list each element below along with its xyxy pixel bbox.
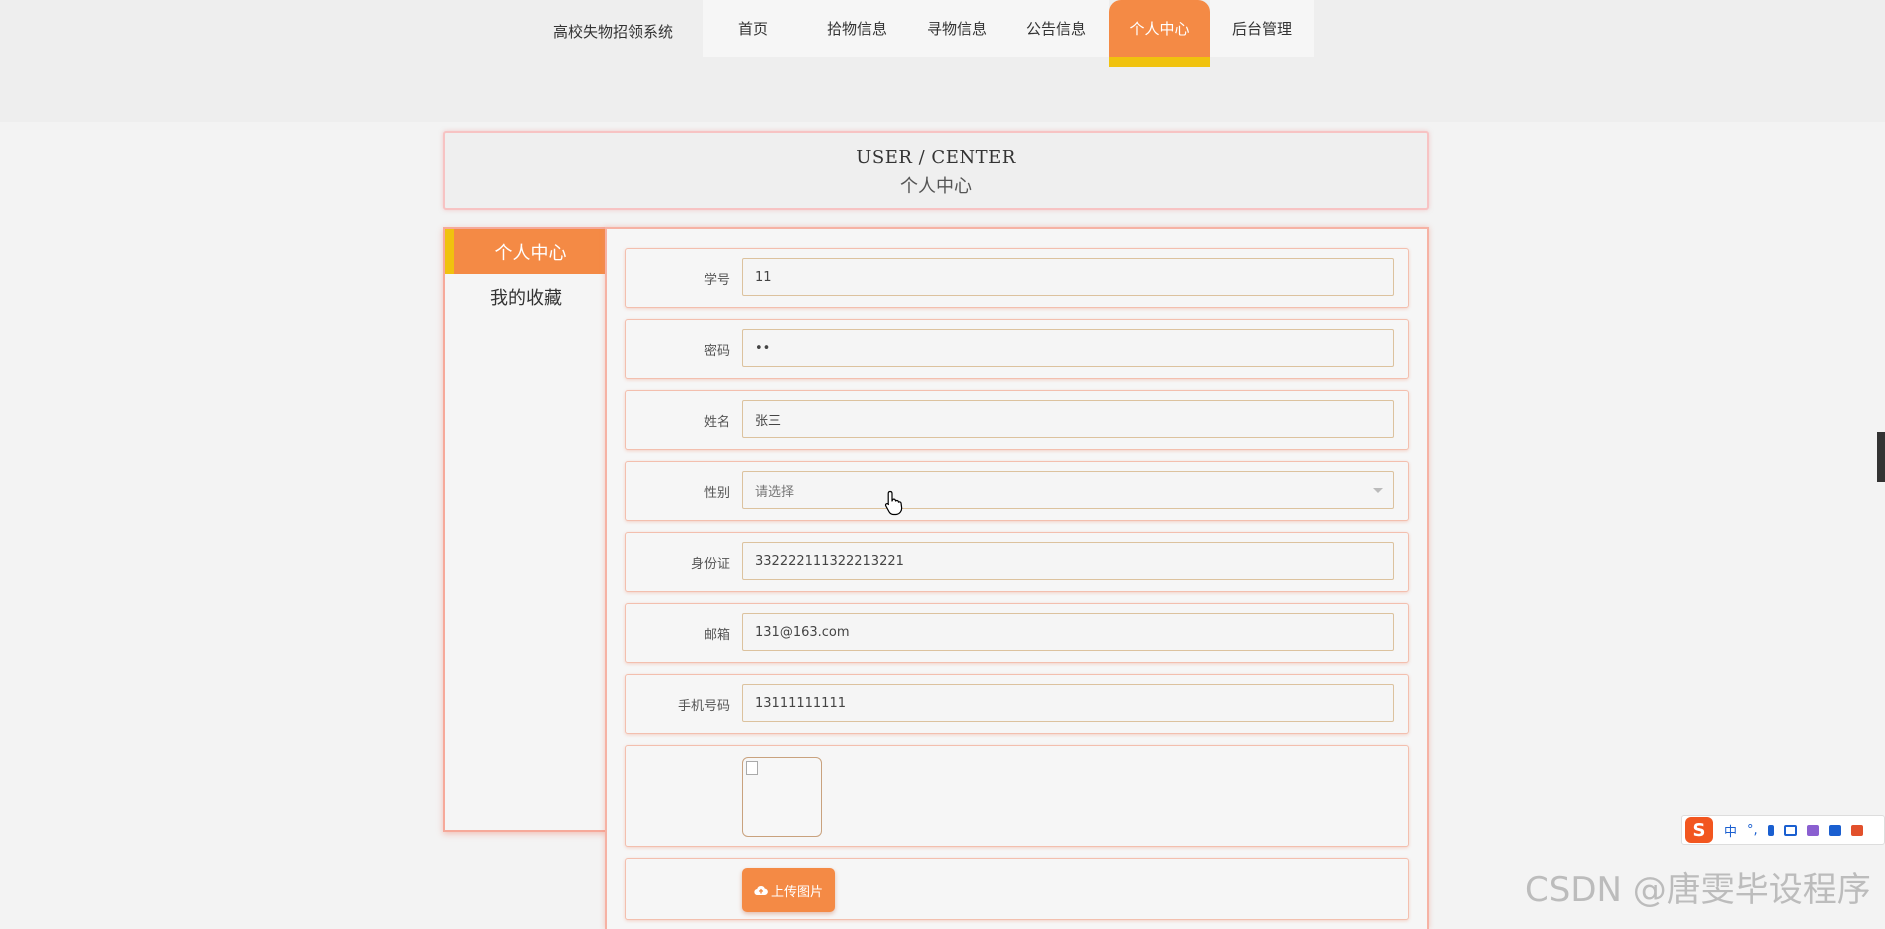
- nav-admin[interactable]: 后台管理: [1210, 0, 1314, 57]
- upload-image-button[interactable]: 上传图片: [742, 868, 835, 912]
- ime-mode-toggle[interactable]: 中: [1724, 821, 1737, 840]
- ime-toolbar[interactable]: S 中 °,: [1681, 815, 1885, 845]
- chevron-down-icon: [1373, 488, 1383, 493]
- nav-found-items[interactable]: 拾物信息: [803, 0, 911, 57]
- phone-input[interactable]: [742, 684, 1394, 722]
- hand-cursor-icon: [884, 490, 903, 516]
- gender-label: 性别: [703, 485, 730, 501]
- side-item-personal-center[interactable]: 个人中心: [445, 229, 607, 274]
- watermark: CSDN @唐雯毕设程序: [1525, 870, 1871, 910]
- side-menu: 个人中心 我的收藏: [443, 227, 607, 832]
- side-item-favorites[interactable]: 我的收藏: [445, 274, 607, 319]
- gender-select-value: 请选择: [755, 484, 795, 500]
- page-title-en: USER / CENTER: [856, 147, 1016, 168]
- form-row-gender: 性别 请选择: [625, 461, 1409, 521]
- nav-personal-center[interactable]: 个人中心: [1109, 0, 1210, 67]
- id-card-label: 身份证: [690, 556, 730, 572]
- phone-label: 手机号码: [677, 698, 730, 714]
- avatar-image-preview[interactable]: [742, 757, 822, 837]
- name-label: 姓名: [703, 414, 730, 430]
- microphone-icon[interactable]: [1767, 824, 1774, 836]
- password-input[interactable]: [742, 329, 1394, 367]
- top-navigation: 高校失物招领系统 首页 拾物信息 寻物信息 公告信息 个人中心 后台管理: [0, 0, 1885, 122]
- profile-form-panel: 学号 密码 姓名 性别 请选择 身份证 邮箱 手机号码: [605, 227, 1429, 929]
- nav-announcements[interactable]: 公告信息: [1003, 0, 1109, 57]
- page-title-zh: 个人中心: [900, 176, 972, 197]
- form-row-student-id: 学号: [625, 248, 1409, 308]
- broken-image-icon: [746, 761, 758, 775]
- upload-image-label: 上传图片: [770, 884, 823, 900]
- name-input[interactable]: [742, 400, 1394, 438]
- form-row-email: 邮箱: [625, 603, 1409, 663]
- id-card-input[interactable]: [742, 542, 1394, 580]
- toolbox-icon[interactable]: [1828, 824, 1841, 836]
- cloud-upload-icon: [754, 885, 768, 895]
- email-input[interactable]: [742, 613, 1394, 651]
- ime-punctuation-toggle[interactable]: °,: [1747, 823, 1758, 838]
- form-row-password: 密码: [625, 319, 1409, 379]
- gender-select[interactable]: 请选择: [742, 471, 1394, 509]
- side-scroll-handle[interactable]: [1877, 432, 1885, 482]
- extras-icon[interactable]: [1850, 824, 1863, 836]
- password-label: 密码: [703, 343, 730, 359]
- site-title: 高校失物招领系统: [553, 23, 674, 41]
- email-label: 邮箱: [703, 627, 730, 643]
- nav-lost-items[interactable]: 寻物信息: [911, 0, 1003, 57]
- form-row-upload: 上传图片: [625, 858, 1409, 920]
- form-row-id-card: 身份证: [625, 532, 1409, 592]
- sogou-logo-icon: S: [1685, 817, 1713, 843]
- nav-home[interactable]: 首页: [703, 0, 803, 57]
- page-header: USER / CENTER 个人中心: [443, 131, 1429, 210]
- form-row-avatar: [625, 745, 1409, 847]
- skin-icon[interactable]: [1806, 824, 1819, 836]
- student-id-label: 学号: [703, 272, 730, 288]
- form-row-phone: 手机号码: [625, 674, 1409, 734]
- student-id-input[interactable]: [742, 258, 1394, 296]
- keyboard-icon[interactable]: [1783, 824, 1797, 836]
- form-row-name: 姓名: [625, 390, 1409, 450]
